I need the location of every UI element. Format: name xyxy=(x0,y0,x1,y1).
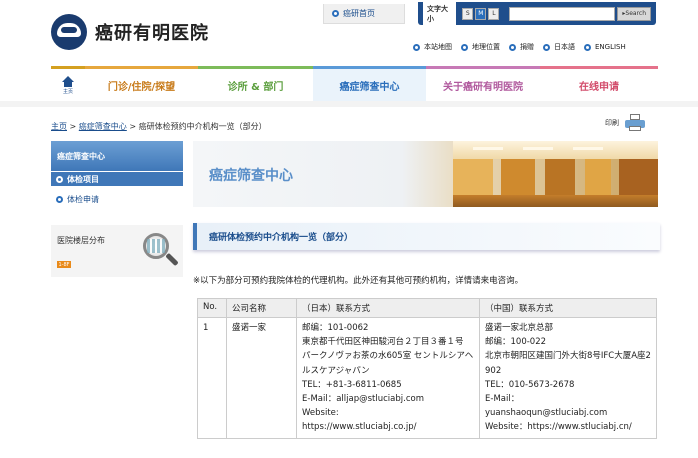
breadcrumb-separator: > xyxy=(129,122,137,131)
cell-no: 1 xyxy=(197,317,227,439)
font-size-small-button[interactable]: S xyxy=(462,7,474,20)
print-button[interactable]: 印刷 xyxy=(605,114,645,132)
breadcrumb-current: 癌研体检预约中介机构一览（部分） xyxy=(138,122,267,131)
nav-item-online-application[interactable]: 在线申请 xyxy=(540,66,658,101)
cell-japan-contact: 邮编：101-0062 東京都千代田区神田駿河台２丁目３番１号 パークノヴァお茶… xyxy=(296,317,480,439)
cn-address: 北京市朝阳区建国门外大街8号IFC大厦A座2902 xyxy=(485,351,651,376)
section-heading: 癌研体检预约中介机构一览（部分） xyxy=(193,223,660,250)
main-nav: 主页 门诊/住院/探望 诊所 & 部门 癌症筛查中心 关于癌研有明医院 在线申请 xyxy=(51,66,658,101)
bullet-icon xyxy=(332,10,339,17)
col-header-no: No. xyxy=(197,298,227,318)
home-tab-label: 癌研首页 xyxy=(343,9,375,18)
bullet-icon xyxy=(413,43,420,51)
breadcrumb: 主页 > 癌症筛查中心 > 癌研体检预约中介机构一览（部分） xyxy=(51,121,267,132)
print-label: 印刷 xyxy=(605,119,619,127)
floor-map-banner[interactable]: 医院楼层分布 1-8F xyxy=(51,225,183,277)
col-header-company: 公司名称 xyxy=(226,298,297,318)
font-size-large-button[interactable]: L xyxy=(488,7,500,20)
sidebar-header[interactable]: 癌症筛查中心 xyxy=(51,141,183,171)
nav-item-about[interactable]: 关于癌研有明医院 xyxy=(426,66,540,101)
table-row: 1 盛诺一家 邮编：101-0062 東京都千代田区神田駿河台２丁目３番１号 パ… xyxy=(197,317,657,439)
logo-text: 癌研有明医院 xyxy=(95,23,209,44)
sidebar-item-exam-application[interactable]: 体检申请 xyxy=(51,192,183,206)
bullet-icon xyxy=(509,43,516,51)
jp-address: 東京都千代田区神田駿河台２丁目３番１号 xyxy=(302,337,464,348)
lobby-photo xyxy=(453,141,658,207)
nav-home-label: 主页 xyxy=(62,88,73,95)
jp-postal: 邮编：101-0062 xyxy=(302,323,369,333)
page-banner: 癌症筛查中心 xyxy=(193,141,658,207)
breadcrumb-separator: > xyxy=(69,122,77,131)
nav-item-departments[interactable]: 诊所 & 部门 xyxy=(198,66,313,101)
bullet-icon xyxy=(56,175,63,183)
cancer-institute-home-link[interactable]: 癌研首页 xyxy=(323,4,405,24)
sidebar-item-label: 体检项目 xyxy=(67,174,99,184)
printer-icon xyxy=(625,114,645,132)
breadcrumb-home-link[interactable]: 主页 xyxy=(51,122,67,131)
cn-website[interactable]: Website：https://www.stluciabj.cn/ xyxy=(485,420,651,434)
home-icon xyxy=(62,75,74,87)
banner-title: 癌症筛查中心 xyxy=(209,168,293,184)
cn-tel: TEL：010-5673-2678 xyxy=(485,379,575,390)
util-link-donation[interactable]: 捐赠 xyxy=(509,42,534,52)
bullet-icon xyxy=(461,43,468,51)
jp-website-label: Website: xyxy=(302,408,339,419)
agency-table: No. 公司名称 （日本）联系方式 （中国）联系方式 1 盛诺一家 邮编：101… xyxy=(197,298,657,439)
util-link-english[interactable]: ENGLISH xyxy=(584,42,626,52)
jp-tel: TEL：+81-3-6811-0685 xyxy=(302,379,402,390)
table-header-row: No. 公司名称 （日本）联系方式 （中国）联系方式 xyxy=(197,298,657,318)
util-link-access[interactable]: 地理位置 xyxy=(461,42,500,52)
nav-divider xyxy=(0,101,698,107)
magnifier-icon xyxy=(139,229,179,273)
intro-note: ※以下为部分可预约我院体检的代理机构。此外还有其他可预约机构，详情请来电咨询。 xyxy=(193,276,524,286)
cell-china-contact: 盛诺一家北京总部 邮编：100-022 北京市朝阳区建国门外大街8号IFC大厦A… xyxy=(479,317,657,439)
jp-building: パークノヴァお茶の水605室 セントルシアヘルスケアジャパン xyxy=(302,351,474,376)
util-link-japanese[interactable]: 日本語 xyxy=(543,42,575,52)
floor-map-title: 医院楼层分布 xyxy=(57,236,105,245)
col-header-japan-contact: （日本）联系方式 xyxy=(296,298,480,318)
cn-office: 盛诺一家北京总部 xyxy=(485,323,554,333)
font-size-medium-button[interactable]: M xyxy=(475,7,487,20)
cn-postal: 邮编：100-022 xyxy=(485,337,547,348)
site-logo[interactable]: 癌研有明医院 xyxy=(51,14,209,50)
sidebar-item-label: 体检申请 xyxy=(67,194,99,204)
breadcrumb-screening-link[interactable]: 癌症筛查中心 xyxy=(79,122,127,131)
logo-emblem-icon xyxy=(51,14,87,50)
floor-badge: 1-8F xyxy=(57,261,71,268)
nav-home[interactable]: 主页 xyxy=(51,66,85,101)
col-header-china-contact: （中国）联系方式 xyxy=(479,298,657,318)
cn-email-label: E-Mail： xyxy=(485,394,520,405)
font-size-label: 文字大小 xyxy=(423,1,457,26)
bullet-icon xyxy=(56,195,63,203)
cell-company: 盛诺一家 xyxy=(226,317,297,439)
bullet-icon xyxy=(584,43,591,51)
jp-website-link[interactable]: https://www.stluciabj.co.jp/ xyxy=(302,420,474,434)
utility-links: 本站地图 地理位置 捐赠 日本語 ENGLISH xyxy=(413,42,626,52)
sidebar-item-exam-items[interactable]: 体检项目 xyxy=(51,172,183,186)
font-size-and-search-bar: 文字大小 S M L ▸Search xyxy=(418,1,656,26)
util-link-sitemap[interactable]: 本站地图 xyxy=(413,42,452,52)
jp-email[interactable]: E-Mail：alljap@stluciabj.com xyxy=(302,392,474,406)
search-input[interactable] xyxy=(509,6,616,21)
nav-item-cancer-screening[interactable]: 癌症筛查中心 xyxy=(313,66,426,101)
search-button[interactable]: ▸Search xyxy=(617,6,651,21)
nav-item-outpatient[interactable]: 门诊/住院/探望 xyxy=(85,66,198,101)
cn-email[interactable]: yuanshaoqun@stluciabj.com xyxy=(485,406,651,420)
bullet-icon xyxy=(543,43,550,51)
